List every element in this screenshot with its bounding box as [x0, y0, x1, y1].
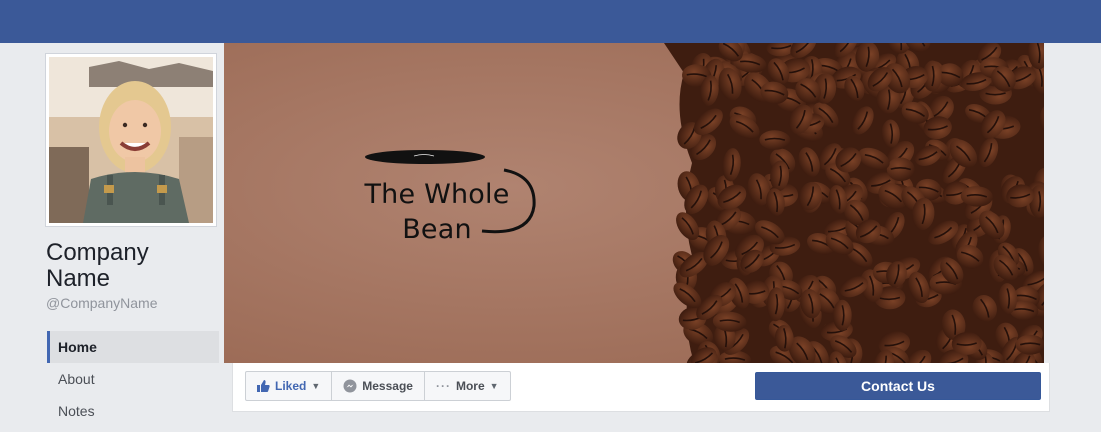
nav-item-about[interactable]: About	[47, 363, 219, 395]
contact-us-button[interactable]: Contact Us	[755, 372, 1041, 400]
top-navigation-bar	[0, 0, 1101, 43]
chevron-down-icon: ▼	[311, 381, 321, 391]
brand-name-line-2: Bean	[402, 214, 472, 245]
side-navigation: Home About Notes	[47, 331, 219, 427]
nav-item-home[interactable]: Home	[47, 331, 219, 363]
liked-label: Liked	[275, 379, 307, 393]
message-button[interactable]: Message	[332, 372, 425, 400]
page-action-bar: Liked ▼ Message ··· More ▼ Contact Us	[232, 363, 1050, 412]
nav-item-notes[interactable]: Notes	[47, 395, 219, 427]
messenger-icon	[343, 379, 357, 393]
brand-name-line-1: The Whole	[364, 179, 510, 210]
message-label: Message	[362, 379, 413, 393]
more-button[interactable]: ··· More ▼	[425, 372, 510, 400]
thumbs-up-icon	[257, 380, 270, 392]
profile-photo	[49, 57, 213, 223]
cover-photo[interactable]: The Whole Bean	[224, 43, 1044, 363]
profile-picture[interactable]	[45, 53, 217, 227]
action-button-group: Liked ▼ Message ··· More ▼	[245, 371, 511, 401]
chevron-down-icon: ▼	[489, 381, 499, 391]
more-dots-icon: ···	[435, 379, 451, 393]
page-title: Company Name	[46, 239, 149, 292]
page-handle[interactable]: @CompanyName	[46, 295, 157, 311]
more-label: More	[455, 379, 485, 393]
brand-logo: The Whole Bean	[354, 146, 544, 246]
cover-background	[224, 43, 1044, 363]
liked-button[interactable]: Liked ▼	[246, 372, 333, 400]
